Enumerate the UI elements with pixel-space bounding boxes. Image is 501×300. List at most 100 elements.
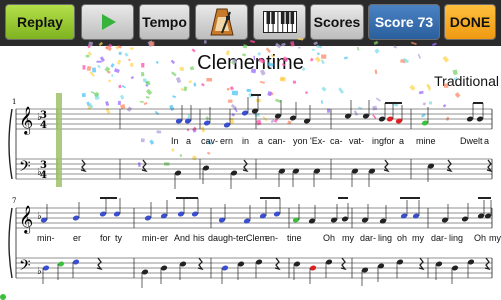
confetti-piece (242, 53, 247, 57)
confetti-piece (129, 62, 134, 68)
lyric-syllable: a (484, 136, 490, 146)
confetti-piece (253, 55, 256, 61)
confetti-piece (250, 68, 257, 74)
system-2: 𝄞𝄢♭♭ (8, 197, 493, 288)
confetti-piece (149, 41, 155, 46)
confetti-piece (139, 100, 144, 103)
brace (8, 207, 13, 279)
confetti-piece (246, 88, 251, 93)
confetti-piece (107, 79, 112, 83)
lyric-syllable: vat- (349, 136, 365, 146)
confetti-piece (313, 41, 318, 46)
lyric-syllable: er (160, 233, 169, 243)
confetti-piece (374, 48, 380, 54)
confetti-piece (256, 98, 261, 103)
confetti-piece (320, 59, 325, 65)
confetti-piece (267, 62, 274, 67)
flat-sign: ♭ (37, 266, 42, 277)
confetti-piece (206, 77, 212, 82)
quarter-rest (383, 159, 390, 173)
confetti-piece (171, 148, 175, 152)
confetti-piece (429, 101, 433, 105)
confetti-piece (81, 92, 86, 98)
confetti-piece (105, 107, 111, 114)
lyric-syllable: ling (449, 233, 464, 243)
confetti-piece (256, 119, 262, 126)
confetti-piece (229, 86, 235, 91)
confetti-piece (304, 91, 309, 95)
confetti-piece (128, 58, 131, 62)
confetti-piece (442, 104, 447, 108)
lyric-syllable: dar- (360, 233, 377, 243)
measure-number-7: 7 (12, 197, 16, 205)
confetti-piece (85, 54, 90, 58)
confetti-piece (105, 101, 110, 107)
confetti-piece (431, 42, 437, 47)
confetti-piece (417, 53, 422, 59)
confetti-piece (297, 37, 304, 41)
confetti-piece (121, 84, 126, 89)
lyric-syllable: in (242, 136, 250, 146)
lyric-syllable: dar- (431, 233, 448, 243)
confetti-piece (254, 113, 260, 117)
time-signature: 4 (40, 170, 47, 181)
quarter-rest (484, 257, 491, 271)
confetti-piece (453, 76, 458, 81)
confetti-piece (156, 130, 162, 134)
sheet-music: 1 𝄞𝄢♭♭3434 7 𝄞𝄢♭♭ (8, 37, 493, 288)
confetti-piece (110, 63, 115, 68)
lyric-syllable: mine (416, 136, 436, 146)
confetti-piece (275, 98, 282, 103)
confetti-piece (96, 60, 102, 63)
confetti-piece (372, 114, 377, 119)
confetti-piece (175, 76, 182, 84)
confetti-decoration (81, 37, 461, 167)
confetti-piece (191, 48, 196, 53)
confetti-piece (90, 90, 97, 95)
lyric-syllable: oh (397, 233, 408, 243)
lyric-syllable: a (399, 136, 405, 146)
confetti-piece (171, 71, 177, 77)
quarter-rest (340, 257, 347, 271)
lyric-syllable: a (258, 136, 264, 146)
treble-clef: 𝄞 (19, 106, 33, 135)
confetti-piece (250, 39, 256, 44)
quarter-rest (242, 159, 249, 173)
confetti-piece (118, 51, 122, 55)
confetti-piece (259, 80, 265, 84)
lyric-syllable: And (174, 233, 191, 243)
confetti-piece (180, 88, 183, 91)
confetti-piece (141, 62, 145, 68)
confetti-piece (343, 56, 348, 60)
confetti-piece (259, 69, 266, 76)
lyric-syllable: er (73, 233, 82, 243)
confetti-piece (97, 64, 101, 69)
confetti-piece (242, 44, 248, 49)
lyric-syllable: In (171, 136, 179, 146)
lyric-syllable: yon (293, 136, 308, 146)
lyric-syllable: tine (287, 233, 302, 243)
confetti-piece (138, 162, 141, 167)
lyric-syllable: cav- (201, 136, 219, 146)
confetti-piece (257, 51, 262, 56)
confetti-piece (117, 100, 121, 106)
lyric-syllable: Dwelt (460, 136, 483, 146)
confetti-piece (168, 104, 175, 112)
confetti-piece (204, 40, 207, 44)
confetti-piece (172, 95, 177, 99)
lyric-syllable: min- (37, 233, 55, 243)
confetti-piece (409, 84, 416, 91)
confetti-piece (422, 102, 427, 106)
lyric-syllable: ca- (330, 136, 343, 146)
confetti-piece (353, 110, 359, 116)
lyric-syllable: 'Ex- (310, 136, 326, 146)
confetti-piece (316, 45, 323, 49)
confetti-piece (265, 47, 272, 53)
confetti-piece (113, 68, 120, 74)
lyric-syllable: a (186, 136, 192, 146)
confetti-piece (155, 60, 159, 65)
confetti-piece (143, 101, 148, 106)
confetti-piece (279, 76, 287, 82)
quarter-rest (80, 159, 87, 173)
confetti-piece (270, 119, 275, 124)
